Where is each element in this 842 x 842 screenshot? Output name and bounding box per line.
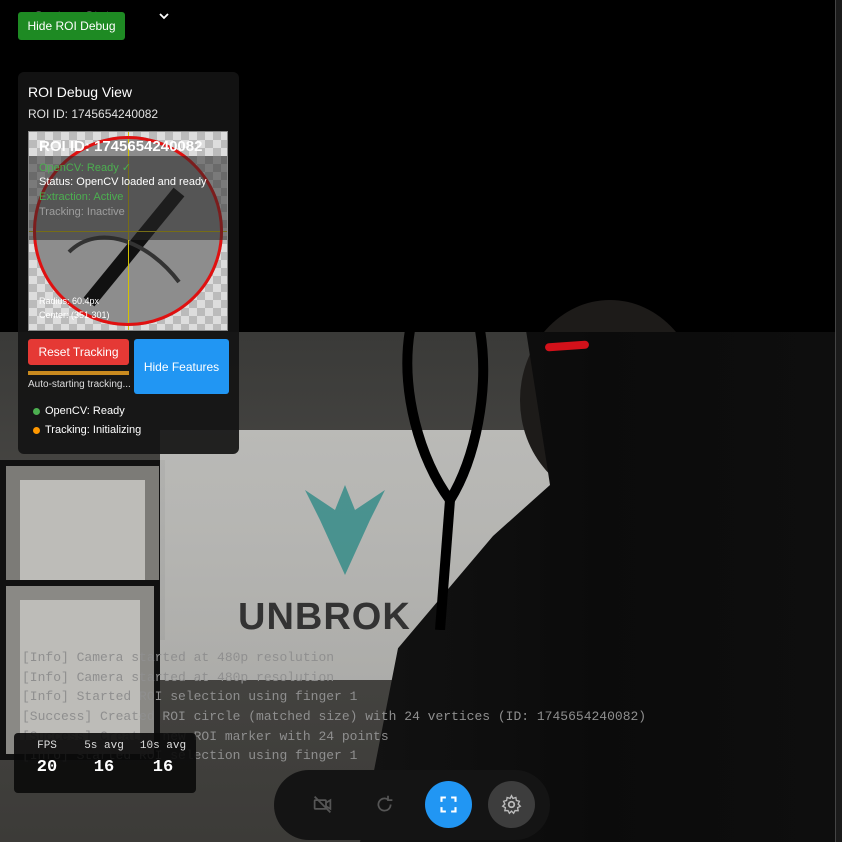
camera-toolbar (274, 770, 550, 840)
chevron-down-icon[interactable] (158, 10, 170, 22)
camera-off-button[interactable] (299, 781, 346, 828)
fps-current: FPS 20 (28, 740, 66, 777)
fps-label: FPS (37, 740, 57, 752)
tracking-progress-bar (28, 371, 129, 375)
panel-title: ROI Debug View (28, 84, 133, 100)
hide-features-button[interactable]: Hide Features (134, 339, 229, 394)
refresh-icon (377, 795, 393, 812)
log-line: [Success] Created ROI circle (matched si… (22, 709, 647, 725)
fps-value: 20 (36, 758, 58, 777)
progress-fill (28, 371, 129, 375)
fps-label: 10s avg (139, 740, 187, 752)
fps-value: 16 (152, 758, 174, 777)
roi-id-label: ROI ID: 1745654240082 (28, 107, 159, 121)
overlay-tracking: Tracking: Inactive (39, 206, 125, 218)
roi-debug-panel: ROI Debug View ROI ID: 1745654240082 ROI… (18, 72, 239, 454)
tracking-indicator: Tracking: Initializing (33, 424, 141, 436)
auto-start-status: Auto-starting tracking... (28, 379, 131, 390)
roi-preview: ROI ID: 1745654240082 OpenCV: Ready ✓ St… (28, 131, 228, 331)
log-line: [Info] Camera started at 480p resolution (22, 669, 335, 685)
opencv-indicator: OpenCV: Ready (33, 405, 125, 417)
fps-value: 16 (93, 758, 115, 777)
camera-off-icon (313, 796, 332, 813)
fullscreen-icon (440, 796, 457, 813)
hide-roi-debug-button[interactable]: Hide ROI Debug (18, 12, 125, 40)
overlay-status: Status: OpenCV loaded and ready (39, 176, 207, 188)
reset-tracking-button[interactable]: Reset Tracking (28, 339, 129, 365)
fps-label: 5s avg (84, 740, 124, 752)
fullscreen-button[interactable] (425, 781, 472, 828)
settings-button[interactable] (488, 781, 535, 828)
gymnastic-ring-strap (402, 330, 489, 630)
fps-counter: FPS 20 5s avg 16 10s avg 16 (14, 733, 196, 793)
overlay-extraction: Extraction: Active (39, 191, 124, 203)
log-line: [Info] Camera started at 480p resolution (22, 650, 335, 665)
refresh-button[interactable] (361, 781, 408, 828)
status-dot (33, 407, 40, 415)
overlay-opencv: OpenCV: Ready ✓ (39, 162, 131, 174)
fps-10s-avg: 10s avg 16 (136, 740, 190, 777)
indicator-label: Tracking: Initializing (45, 424, 142, 436)
overlay-center: Center: (351 301) (39, 310, 110, 320)
window-edge (835, 0, 842, 842)
overlay-roi-id: ROI ID: 1745654240082 (39, 138, 203, 155)
fps-5s-avg: 5s avg 16 (80, 740, 128, 777)
poster-logo-icon (305, 485, 385, 575)
overlay-radius: Radius: 60.4px (39, 296, 100, 306)
log-line: [Info] Started ROI selection using finge… (22, 689, 358, 705)
status-dot (33, 426, 40, 434)
indicator-label: OpenCV: Ready (45, 405, 125, 417)
gear-icon (501, 794, 522, 815)
